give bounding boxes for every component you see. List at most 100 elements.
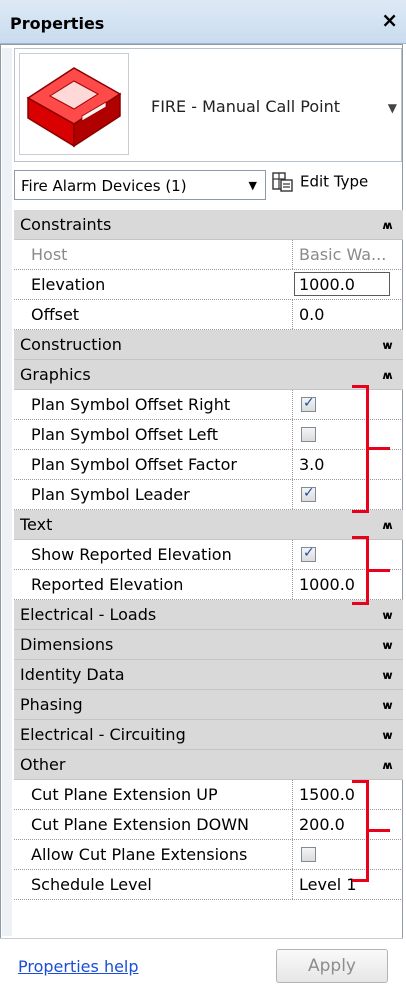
property-value-cell[interactable]: 3.0 xyxy=(292,450,403,479)
property-row[interactable]: Show Reported Elevation xyxy=(14,540,403,570)
property-value: 0.0 xyxy=(299,305,325,324)
property-checkbox[interactable] xyxy=(301,395,316,412)
group-label: Phasing xyxy=(20,695,83,714)
fire-call-point-icon xyxy=(19,53,129,155)
group-header[interactable]: Construction ∨∨ xyxy=(14,330,403,360)
apply-button[interactable]: Apply xyxy=(276,949,388,983)
property-row[interactable]: Plan Symbol Offset Left xyxy=(14,420,403,450)
collapse-icon[interactable]: ∧∧ xyxy=(381,519,394,532)
annotation-bracket-text xyxy=(352,536,390,605)
property-checkbox[interactable] xyxy=(301,427,316,442)
palette-title: Properties xyxy=(10,14,105,33)
collapse-icon[interactable]: ∧∧ xyxy=(381,219,394,232)
property-row[interactable]: Plan Symbol Offset Right xyxy=(14,390,403,420)
property-value-cell xyxy=(292,390,403,419)
group-label: Graphics xyxy=(20,365,91,384)
property-grid: Constraints ∧∧ Host Basic Wa... Elevation 100… xyxy=(14,210,403,900)
property-value: Level 1 xyxy=(299,875,357,894)
group-header[interactable]: Constraints ∧∧ xyxy=(14,210,403,240)
edit-type-label: Edit Type xyxy=(300,172,369,191)
property-value-cell xyxy=(292,420,403,449)
group-label: Electrical - Circuiting xyxy=(20,725,186,744)
property-label: Plan Symbol Offset Factor xyxy=(31,455,237,474)
group-header[interactable]: Electrical - Circuiting ∨∨ xyxy=(14,720,403,750)
chevron-down-icon[interactable]: ▼ xyxy=(388,101,397,115)
property-value-cell[interactable]: 1500.0 xyxy=(292,780,403,809)
property-row[interactable]: Cut Plane Extension UP 1500.0 xyxy=(14,780,403,810)
group-label: Dimensions xyxy=(20,635,114,654)
property-value-cell[interactable]: 0.0 xyxy=(292,300,403,329)
property-value-cell[interactable]: Level 1 xyxy=(292,870,403,899)
property-checkbox[interactable] xyxy=(301,545,316,562)
palette-footer: Properties help Apply xyxy=(0,938,403,991)
expand-icon[interactable]: ∨∨ xyxy=(381,639,394,652)
edit-type-icon xyxy=(272,172,293,192)
group-header[interactable]: Other ∧∧ xyxy=(14,750,403,780)
close-icon[interactable]: × xyxy=(381,10,398,30)
property-value-cell[interactable]: Basic Wa... xyxy=(292,240,403,269)
property-value-cell[interactable]: 1000.0 xyxy=(292,570,403,599)
type-selector[interactable]: FIRE - Manual Call Point ▼ xyxy=(14,48,402,162)
selection-filter-row: Fire Alarm Devices (1) ▼ Edit Type xyxy=(14,170,402,202)
property-value-cell[interactable]: 200.0 xyxy=(292,810,403,839)
group-header[interactable]: Electrical - Loads ∨∨ xyxy=(14,600,403,630)
property-label: Schedule Level xyxy=(31,875,152,894)
property-label: Plan Symbol Offset Left xyxy=(31,425,219,444)
selection-filter-label: Fire Alarm Devices (1) xyxy=(21,177,187,195)
palette-left-strip xyxy=(2,48,12,936)
edit-type-button[interactable]: Edit Type xyxy=(272,172,368,200)
annotation-bracket-other xyxy=(352,780,390,882)
chevron-down-icon: ▼ xyxy=(248,179,257,192)
property-row[interactable]: Plan Symbol Leader xyxy=(14,480,403,510)
group-label: Constraints xyxy=(20,215,112,234)
palette-titlebar[interactable]: Properties × xyxy=(0,0,406,44)
property-value: 3.0 xyxy=(299,455,325,474)
group-header[interactable]: Graphics ∧∧ xyxy=(14,360,403,390)
collapse-icon[interactable]: ∧∧ xyxy=(381,759,394,772)
annotation-bracket-graphics xyxy=(352,385,390,513)
property-label: Cut Plane Extension UP xyxy=(31,785,218,804)
property-value: 200.0 xyxy=(299,815,345,834)
group-label: Electrical - Loads xyxy=(20,605,157,624)
property-value: Basic Wa... xyxy=(299,245,387,264)
property-label: Elevation xyxy=(31,275,106,294)
property-value-cell[interactable]: 1000.0 xyxy=(294,272,390,296)
group-label: Construction xyxy=(20,335,122,354)
property-label: Show Reported Elevation xyxy=(31,545,232,564)
property-row[interactable]: Plan Symbol Offset Factor 3.0 xyxy=(14,450,403,480)
type-name: FIRE - Manual Call Point xyxy=(151,97,340,116)
property-checkbox[interactable] xyxy=(301,847,316,862)
group-header[interactable]: Phasing ∨∨ xyxy=(14,690,403,720)
expand-icon[interactable]: ∨∨ xyxy=(381,669,394,682)
property-row[interactable]: Elevation 1000.0 xyxy=(14,270,403,300)
expand-icon[interactable]: ∨∨ xyxy=(381,729,394,742)
group-label: Other xyxy=(20,755,66,774)
property-row[interactable]: Reported Elevation 1000.0 xyxy=(14,570,403,600)
property-row[interactable]: Host Basic Wa... xyxy=(14,240,403,270)
group-header[interactable]: Dimensions ∨∨ xyxy=(14,630,403,660)
property-value: 1000.0 xyxy=(299,575,355,594)
property-label: Allow Cut Plane Extensions xyxy=(31,845,248,864)
expand-icon[interactable]: ∨∨ xyxy=(381,609,394,622)
property-row[interactable]: Schedule Level Level 1 xyxy=(14,870,403,900)
property-label: Offset xyxy=(31,305,80,324)
expand-icon[interactable]: ∨∨ xyxy=(381,339,394,352)
property-label: Reported Elevation xyxy=(31,575,184,594)
expand-icon[interactable]: ∨∨ xyxy=(381,699,394,712)
group-label: Identity Data xyxy=(20,665,125,684)
property-value: 1000.0 xyxy=(299,275,355,294)
property-row[interactable]: Cut Plane Extension DOWN 200.0 xyxy=(14,810,403,840)
property-value-cell xyxy=(292,540,403,569)
group-header[interactable]: Identity Data ∨∨ xyxy=(14,660,403,690)
property-row[interactable]: Allow Cut Plane Extensions xyxy=(14,840,403,870)
property-checkbox[interactable] xyxy=(301,485,316,502)
collapse-icon[interactable]: ∧∧ xyxy=(381,369,394,382)
properties-help-link[interactable]: Properties help xyxy=(18,957,139,976)
selection-filter-dropdown[interactable]: Fire Alarm Devices (1) ▼ xyxy=(14,170,266,200)
property-label: Plan Symbol Offset Right xyxy=(31,395,231,414)
property-value: 1500.0 xyxy=(299,785,355,804)
property-label: Cut Plane Extension DOWN xyxy=(31,815,249,834)
property-row[interactable]: Offset 0.0 xyxy=(14,300,403,330)
group-label: Text xyxy=(20,515,53,534)
group-header[interactable]: Text ∧∧ xyxy=(14,510,403,540)
